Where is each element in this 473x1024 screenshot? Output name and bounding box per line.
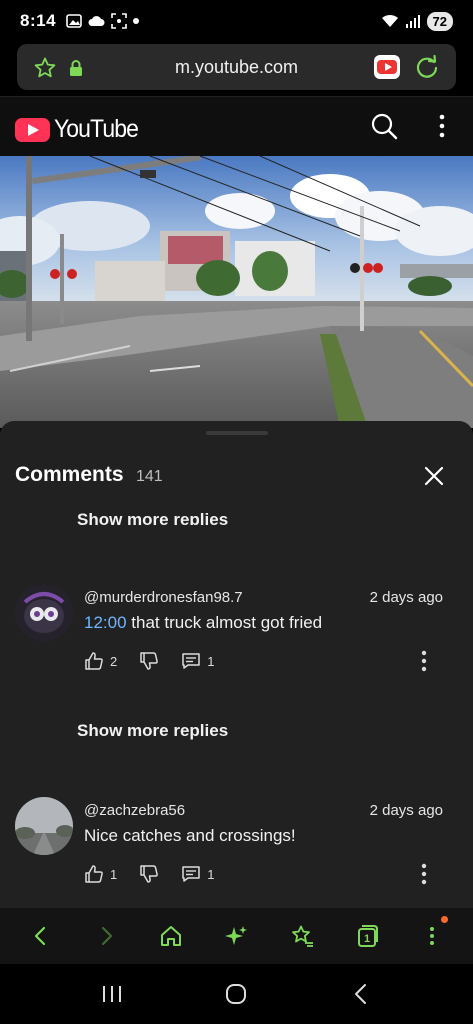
home-nav-button[interactable] [216, 974, 256, 1014]
wifi-icon [381, 14, 398, 27]
system-navigation-bar [0, 964, 473, 1024]
reply-icon [182, 866, 200, 882]
comments-sheet: Comments 141 Show more replies @murderdr… [0, 421, 473, 908]
reply-button[interactable]: 1 [181, 651, 214, 671]
status-notifications [66, 13, 140, 29]
like-count: 1 [110, 866, 118, 882]
comment-time: 2 days ago [369, 589, 443, 606]
cloud-icon [88, 16, 105, 26]
like-button[interactable]: 2 [84, 651, 117, 671]
more-vert-icon[interactable] [432, 113, 452, 139]
comment-timestamp-link[interactable]: 12:00 [84, 613, 127, 632]
comment-item: @zachzebra56 2 days ago Nice catches and… [0, 797, 473, 907]
comment-menu-icon[interactable] [421, 650, 427, 672]
comment-body: that truck almost got fried [126, 613, 323, 632]
comment-menu-icon[interactable] [421, 863, 427, 885]
bookmarks-icon [291, 925, 313, 947]
comment-actions: 1 1 [84, 864, 236, 884]
comment-item: @murderdronesfan98.7 2 days ago 12:00 th… [0, 584, 473, 694]
battery-indicator: 72 [426, 11, 453, 31]
recent-apps-icon [103, 986, 122, 1002]
assistant-button[interactable] [216, 916, 256, 956]
comment-author[interactable]: @zachzebra56 [84, 802, 185, 819]
like-count: 2 [110, 653, 118, 669]
dislike-button[interactable] [139, 864, 159, 884]
home-button[interactable] [151, 916, 191, 956]
screenshot-icon [111, 13, 127, 29]
drag-handle[interactable] [206, 431, 268, 435]
youtube-app-icon[interactable] [374, 55, 400, 79]
comment-text: 12:00 that truck almost got fried [84, 613, 322, 633]
address-bar[interactable]: m.youtube.com [17, 44, 456, 90]
forward-icon [101, 926, 113, 946]
browser-menu-button[interactable] [412, 916, 452, 956]
reload-icon[interactable] [414, 54, 440, 80]
bookmarks-button[interactable] [282, 916, 322, 956]
thumbs-down-icon [140, 652, 159, 670]
back-icon [34, 926, 45, 946]
thumbs-up-icon [85, 865, 103, 883]
tabs-button[interactable]: 1 [347, 916, 387, 956]
notification-dot [441, 916, 449, 923]
reply-button[interactable]: 1 [181, 864, 214, 884]
status-time: 8:14 [20, 11, 57, 30]
dot-icon [133, 18, 140, 24]
sparkle-icon [225, 926, 248, 945]
back-button[interactable] [21, 916, 61, 956]
youtube-header: YouTube [0, 96, 473, 156]
thumbs-up-icon [85, 652, 103, 670]
avatar[interactable] [15, 584, 73, 642]
video-frame [0, 156, 473, 428]
status-right: 72 [381, 11, 453, 31]
comment-actions: 2 1 [84, 651, 236, 671]
browser-toolbar: 1 [0, 908, 473, 964]
back-nav-icon [354, 984, 366, 1004]
reply-icon [182, 653, 200, 669]
reply-count: 1 [207, 866, 215, 882]
search-icon[interactable] [370, 112, 398, 140]
show-more-replies-button[interactable]: Show more replies [77, 721, 228, 741]
comment-text: Nice catches and crossings! [84, 826, 296, 845]
youtube-logo-icon [15, 117, 50, 142]
browser-address-area: m.youtube.com [0, 42, 473, 96]
comment-author[interactable]: @murderdronesfan98.7 [84, 589, 243, 606]
comments-count: 141 [136, 468, 163, 485]
home-nav-icon [226, 984, 247, 1004]
back-nav-button[interactable] [341, 974, 381, 1014]
video-player[interactable] [0, 156, 473, 428]
show-more-replies-button[interactable]: Show more replies [77, 507, 228, 525]
avatar[interactable] [15, 797, 73, 855]
youtube-logo[interactable]: YouTube [15, 115, 145, 144]
status-bar: 8:14 72 [0, 0, 473, 42]
comment-time: 2 days ago [369, 802, 443, 819]
recent-apps-button[interactable] [92, 974, 132, 1014]
signal-icon [405, 15, 420, 28]
like-button[interactable]: 1 [84, 864, 117, 884]
reply-count: 1 [207, 653, 215, 669]
tabs-icon: 1 [358, 925, 379, 947]
forward-button[interactable] [86, 916, 126, 956]
comments-title: Comments [15, 463, 124, 486]
home-icon [161, 926, 182, 946]
thumbs-down-icon [140, 865, 159, 883]
gallery-notification-icon [66, 14, 82, 28]
dislike-button[interactable] [139, 651, 159, 671]
more-icon [430, 927, 435, 945]
youtube-logo-text: YouTube [54, 115, 139, 143]
tabs-count: 1 [364, 933, 370, 945]
close-icon[interactable] [423, 465, 445, 487]
